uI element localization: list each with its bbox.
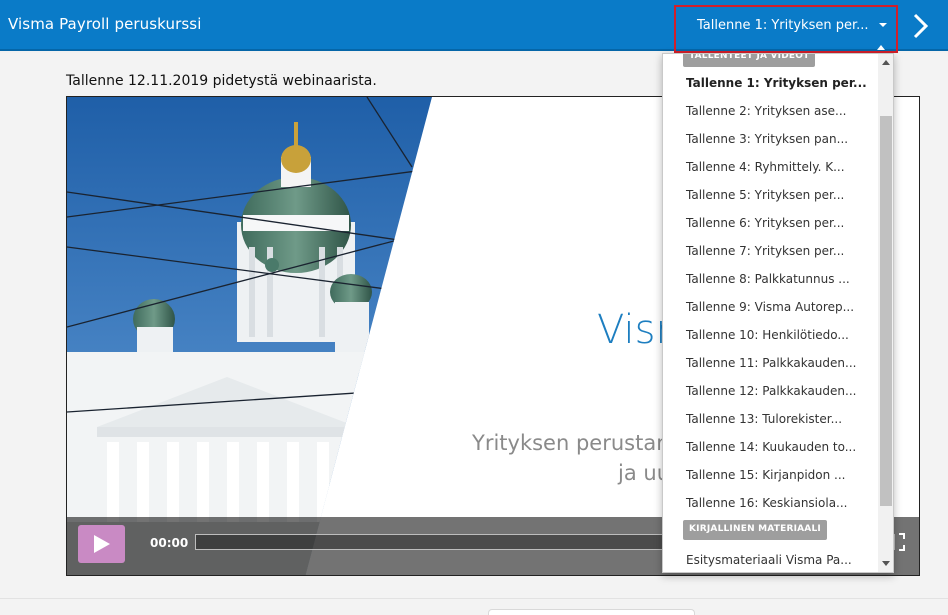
top-bar: Visma Payroll peruskurssi Tallenne 1: Yr… (0, 0, 948, 53)
dropdown-item[interactable]: Tallenne 9: Visma Autorep... (663, 293, 877, 321)
recording-selector-label: Tallenne 1: Yrityksen per... (697, 18, 869, 33)
dropdown-item[interactable]: Tallenne 8: Palkkatunnus ... (663, 265, 877, 293)
footer-divider (0, 598, 948, 599)
footer-tab[interactable] (488, 609, 695, 615)
dropdown-item-material[interactable]: Esitysmateriaali Visma Pa... (663, 546, 877, 572)
dropdown-item[interactable]: Tallenne 14: Kuukauden to... (663, 433, 877, 461)
dropdown-item[interactable]: Tallenne 7: Yrityksen per... (663, 237, 877, 265)
scroll-down-icon[interactable] (882, 561, 890, 566)
dropdown-item[interactable]: Tallenne 11: Palkkakauden... (663, 349, 877, 377)
chevron-right-icon[interactable] (906, 10, 936, 42)
dropdown-scrollbar[interactable] (878, 54, 893, 572)
course-title: Visma Payroll peruskurssi (8, 15, 202, 33)
scroll-up-icon[interactable] (882, 60, 890, 65)
recording-selector[interactable]: Tallenne 1: Yrityksen per... (674, 5, 898, 53)
group-header-recordings: TALLENTEET JA VIDEOT (683, 54, 816, 67)
scrollbar-thumb[interactable] (880, 116, 892, 506)
group-header-material: KIRJALLINEN MATERIAALI (683, 520, 827, 540)
dropdown-item[interactable]: Tallenne 2: Yrityksen ase... (663, 97, 877, 125)
play-button[interactable] (78, 525, 125, 563)
caret-down-icon (879, 23, 887, 27)
dropdown-item[interactable]: Tallenne 15: Kirjanpidon ... (663, 461, 877, 489)
dropdown-item[interactable]: Tallenne 3: Yrityksen pan... (663, 125, 877, 153)
dropdown-item[interactable]: Tallenne 12: Palkkakauden... (663, 377, 877, 405)
dropdown-pointer-icon (877, 45, 885, 50)
dropdown-item[interactable]: Tallenne 16: Keskiansiola... (663, 489, 877, 517)
dropdown-item[interactable]: Tallenne 1: Yrityksen per... (663, 69, 877, 97)
dropdown-item[interactable]: Tallenne 4: Ryhmittely. K... (663, 153, 877, 181)
dropdown-item[interactable]: Tallenne 10: Henkilötiedo... (663, 321, 877, 349)
recording-dropdown: TALLENTEET JA VIDEOT Tallenne 1: Yrityks… (662, 53, 894, 573)
dropdown-item[interactable]: Tallenne 5: Yrityksen per... (663, 181, 877, 209)
dropdown-item[interactable]: Tallenne 6: Yrityksen per... (663, 209, 877, 237)
play-icon (94, 535, 110, 553)
time-display: 00:00 (150, 536, 189, 550)
dropdown-item[interactable]: Tallenne 13: Tulorekister... (663, 405, 877, 433)
video-caption: Tallenne 12.11.2019 pidetystä webinaaris… (66, 73, 377, 89)
